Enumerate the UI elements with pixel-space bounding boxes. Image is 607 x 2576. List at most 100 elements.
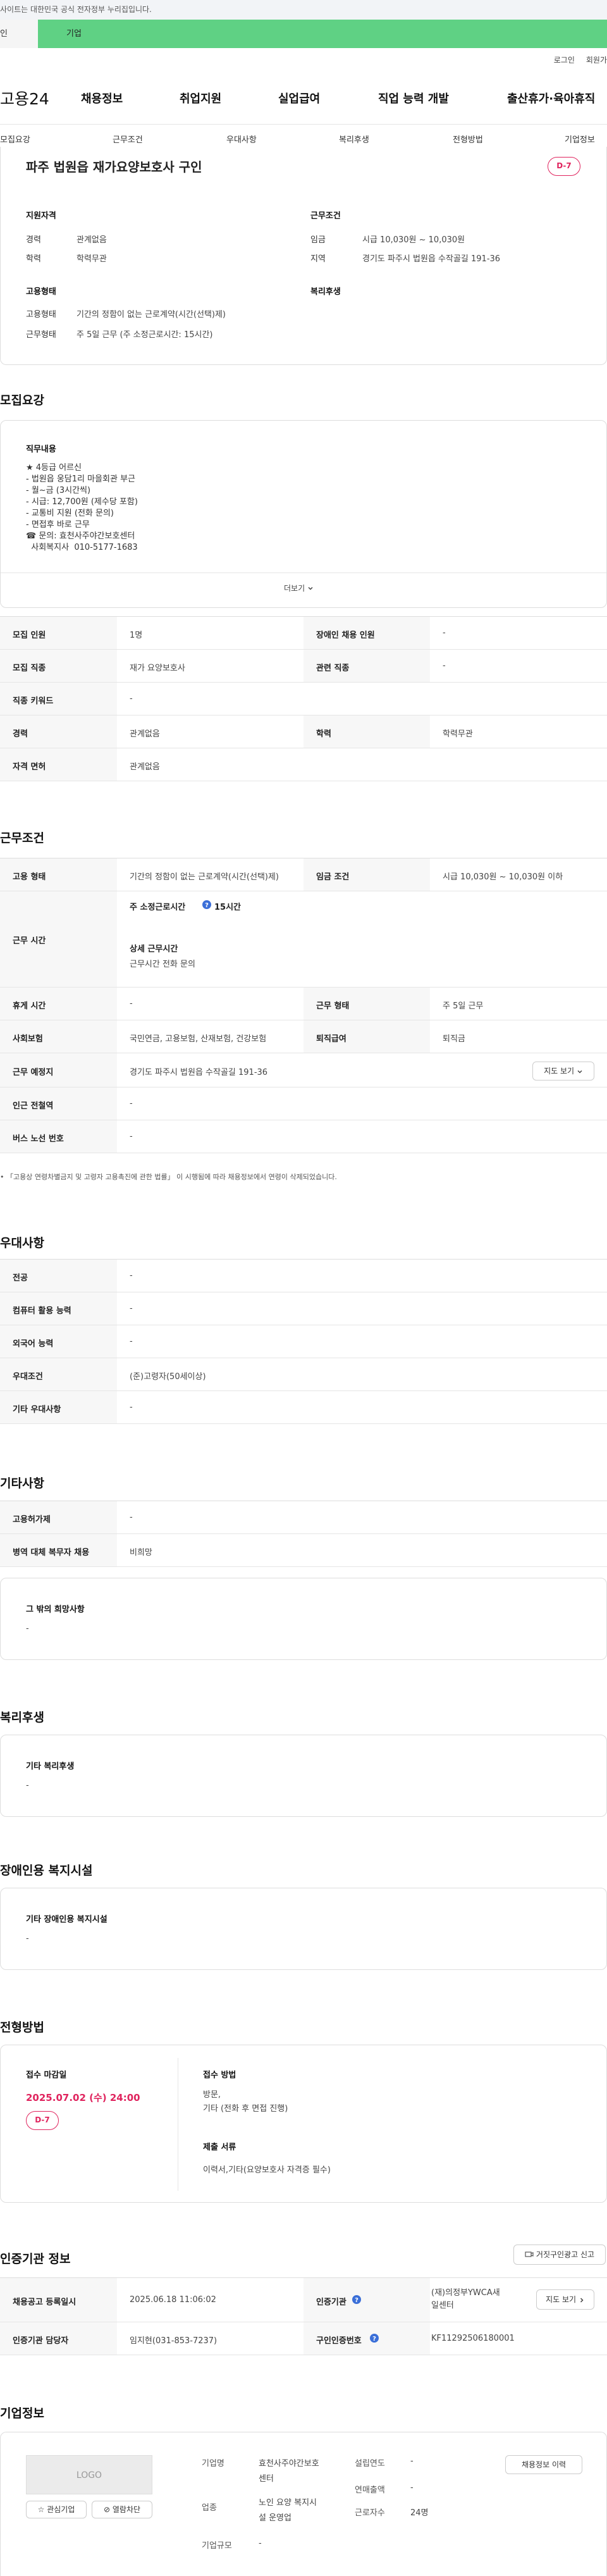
table-row: 근무 시간 주 소정근로시간 ? 15시간 상세 근무시간 근무시간 전화 문의 <box>0 891 607 988</box>
emptype-label: 고용형태 <box>26 310 56 319</box>
selection-heading: 전형방법 <box>0 2021 44 2034</box>
row-label: 학력 <box>316 729 331 739</box>
block-view-button[interactable]: ⊘ 열람차단 <box>92 2501 152 2518</box>
section-nav-recruit[interactable]: 모집요강 <box>0 133 30 145</box>
row-value: - <box>130 1403 133 1412</box>
hiring-history-button[interactable]: 채용정보 이력 <box>505 2455 582 2474</box>
company-logo: LOGO <box>26 2455 152 2494</box>
disabled-card: 기타 장애인용 복지시설 - <box>0 1888 607 1970</box>
row-label: 경력 <box>13 729 28 739</box>
info-icon[interactable]: ? <box>370 2334 379 2343</box>
block-icon: ⊘ <box>103 2505 111 2514</box>
cert-map-button[interactable]: 지도 보기 <box>536 2289 594 2310</box>
table-row: 휴게 시간 - 근무 형태 주 5일 근무 <box>0 988 607 1020</box>
dday-badge: D-7 <box>26 2111 59 2130</box>
duty-heading: 직무내용 <box>26 445 56 454</box>
join-link[interactable]: 회원가 <box>586 54 607 65</box>
row-value: 시급 10,030원 ~ 10,030원 이하 <box>443 872 563 882</box>
career-label: 경력 <box>26 235 41 245</box>
row-value: - <box>130 1099 133 1108</box>
age-note-text: 「고용상 연령차별금지 및 고령자 고용촉진에 관한 법률」 이 시행됨에 따라… <box>6 1173 337 1181</box>
row-value: 학력무관 <box>443 729 473 739</box>
section-nav-welfare[interactable]: 복리후생 <box>339 133 369 145</box>
row-label: 전공 <box>13 1273 28 1283</box>
selection-card: 접수 마감일 2025.07.02 (수) 24:00 D-7 접수 방법 방문… <box>0 2045 607 2203</box>
row-label: 근무 형태 <box>316 1001 350 1011</box>
row-label: 인증기관 <box>316 2298 346 2307</box>
row-value: KF11292506180001 <box>431 2334 515 2343</box>
table-row: 인증기관 담당자 임지현(031-853-7237) 구인인증번호 ? KF11… <box>0 2322 607 2355</box>
report-label: 거짓구인광고 신고 <box>536 2250 595 2259</box>
row-label: 인근 전철역 <box>13 1101 54 1111</box>
etc-heading: 기타사항 <box>0 1477 44 1490</box>
pref-heading: 우대사항 <box>0 1236 44 1250</box>
gnb-menu-skills[interactable]: 직업 능력 개발 <box>378 90 449 106</box>
edu-label: 학력 <box>26 254 41 264</box>
gov-banner: 사이트는 대한민국 공식 전자정부 누리집입니다. <box>0 0 607 20</box>
row-value: 관계없음 <box>130 729 160 739</box>
table-row: 인근 전철역 - <box>0 1087 607 1120</box>
report-icon <box>525 2251 534 2258</box>
gnb-menu-jobs[interactable]: 채용정보 <box>81 90 123 106</box>
info-icon[interactable]: ? <box>202 900 211 909</box>
row-value: 임지현(031-853-7237) <box>130 2336 218 2346</box>
row-value: 1명 <box>130 631 143 640</box>
sales-value: - <box>410 2483 414 2492</box>
section-nav-work[interactable]: 근무조건 <box>113 133 143 145</box>
info-icon[interactable]: ? <box>352 2295 361 2304</box>
more-button[interactable]: 더보기 <box>284 583 314 593</box>
sales-label: 연매출액 <box>355 2486 385 2495</box>
tab-personal[interactable]: 인 <box>0 20 38 48</box>
row-value: - <box>443 628 446 638</box>
row-value: - <box>130 1304 133 1313</box>
row-value: 2025.06.18 11:06:02 <box>130 2295 216 2305</box>
welfare-box-heading: 기타 복리후생 <box>26 1762 75 1771</box>
etc-table: 고용허가제 - 병역 대체 복무자 채용 비희망 <box>0 1501 607 1567</box>
svg-text:?: ? <box>355 2297 359 2304</box>
gnb-menu-parental-leave[interactable]: 출산휴가·육아휴직 <box>507 90 595 106</box>
qual-heading: 지원자격 <box>26 211 56 221</box>
star-icon: ☆ <box>37 2505 45 2514</box>
row-value: (준)고령자(50세이상) <box>130 1372 206 1382</box>
section-nav-selection[interactable]: 전형방법 <box>453 133 483 145</box>
table-row: 버스 노선 번호 - <box>0 1120 607 1153</box>
dday-badge: D-7 <box>548 157 580 176</box>
cond-heading: 근무조건 <box>310 211 341 221</box>
section-nav-company[interactable]: 기업정보 <box>565 133 595 145</box>
row-label: 기타 우대사항 <box>13 1405 61 1415</box>
tab-company[interactable]: 기업 <box>38 20 607 48</box>
table-row: 사회보험 국민연금, 고용보험, 산재보험, 건강보험 퇴직급여 퇴직금 <box>0 1020 607 1053</box>
row-value: - <box>130 694 133 703</box>
more-label: 더보기 <box>284 584 305 593</box>
deadline-value: 2025.07.02 (수) 24:00 <box>26 2092 140 2103</box>
table-row: 채용공고 등록일시 2025.06.18 11:06:02 인증기관 ? (재)… <box>0 2278 607 2322</box>
section-nav-pref[interactable]: 우대사항 <box>226 133 257 145</box>
career-value: 관계없음 <box>77 235 107 245</box>
weekly-hours-label: 주 소정근로시간 <box>130 903 186 912</box>
area-value: 경기도 파주시 법원읍 수작골길 191-36 <box>362 254 501 264</box>
hope-heading: 그 밖의 희망사항 <box>26 1605 85 1614</box>
report-fake-ad-button[interactable]: 거짓구인광고 신고 <box>513 2245 606 2265</box>
user-type-tabs: 인 기업 <box>0 20 607 48</box>
favorite-company-button[interactable]: ☆ 관심기업 <box>26 2501 87 2518</box>
login-link[interactable]: 로그인 <box>554 54 575 65</box>
docs-label: 제출 서류 <box>203 2143 236 2152</box>
row-value: - <box>130 999 133 1008</box>
site-logo[interactable]: 고용24 <box>0 87 49 109</box>
industry-label: 업종 <box>202 2503 217 2513</box>
gnb-menu-unemployment[interactable]: 실업급여 <box>278 90 320 106</box>
table-row: 근무 예정지 경기도 파주시 법원읍 수작골길 191-36 지도 보기 <box>0 1053 607 1087</box>
gnb-menu-employment-support[interactable]: 취업지원 <box>180 90 221 106</box>
chevron-down-icon <box>577 1068 583 1075</box>
row-value: 국민연금, 고용보험, 산재보험, 건강보험 <box>130 1034 267 1044</box>
job-title: 파주 법원읍 재가요양보호사 구인 <box>26 159 202 175</box>
area-label: 지역 <box>310 254 326 264</box>
cert-heading: 인증기관 정보 <box>0 2252 71 2266</box>
global-nav: 고용24 채용정보 취업지원 실업급여 직업 능력 개발 출산휴가·육아휴직 <box>0 85 607 111</box>
map-view-button[interactable]: 지도 보기 <box>532 1062 594 1081</box>
recruit-table: 모집 인원 1명 장애인 채용 인원 - 모집 직종 재가 요양보호사 관련 직… <box>0 616 607 781</box>
industry-value: 노인 요양 복지시 설 운영업 <box>259 2498 317 2523</box>
table-row: 병역 대체 복무자 채용 비희망 <box>0 1534 607 1567</box>
welfare-heading: 복리후생 <box>0 1711 44 1725</box>
row-label: 모집 인원 <box>13 631 46 640</box>
